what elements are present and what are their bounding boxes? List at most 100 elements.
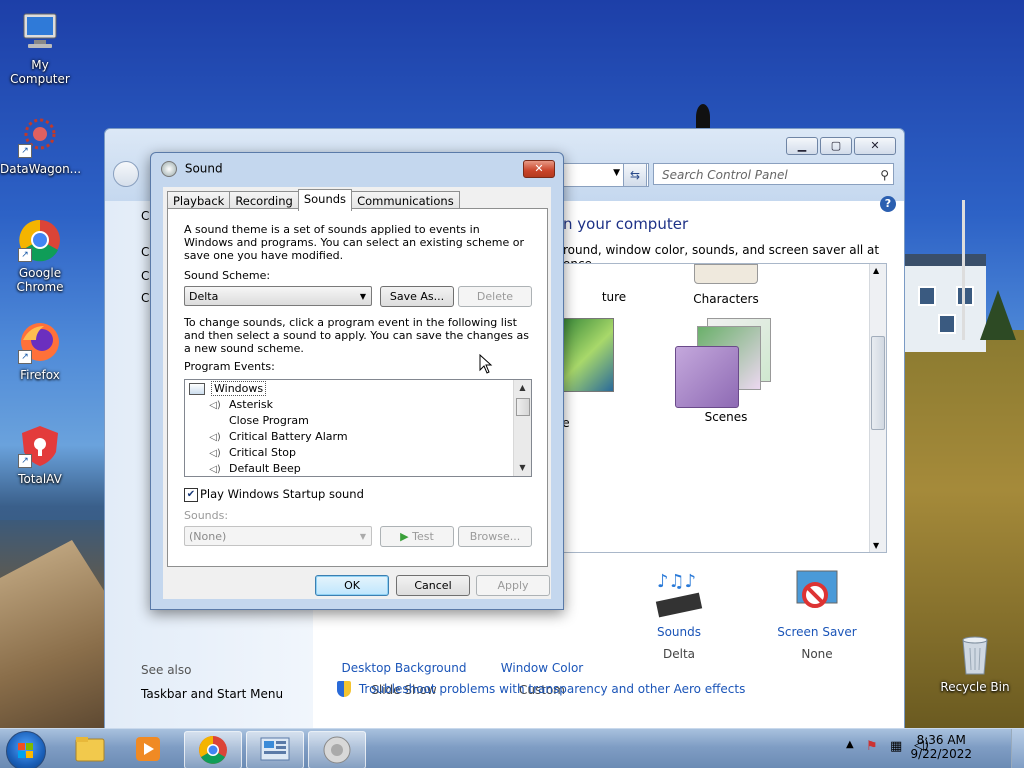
test-label: Test [412,530,434,543]
desktop-icon-recycle-bin[interactable]: Recycle Bin [935,632,1015,694]
network-icon[interactable]: ▦ [890,739,902,754]
list-item[interactable]: ◁) Critical Stop [207,445,296,461]
left-link[interactable]: C [141,209,149,223]
theme-item-partial[interactable]: ture [554,290,674,304]
events-scrollbar[interactable]: ▲ ▼ [513,380,531,476]
sound-scheme-select[interactable]: Delta ▼ [184,286,372,306]
screen-saver-item[interactable]: Screen Saver None [752,569,882,661]
clock[interactable]: 8:36 AM 9/22/2022 [910,733,972,761]
change-sounds-description: To change sounds, click a program event … [184,316,529,355]
ok-button[interactable]: OK [315,575,389,596]
show-desktop-button[interactable] [1011,729,1024,768]
desktop-icon-google-chrome[interactable]: ↗ Google Chrome [0,218,80,294]
svg-text:♪♫♪: ♪♫♪ [657,571,696,592]
left-link[interactable]: C [141,245,149,259]
search-input[interactable]: Search Control Panel ⚲ [653,163,894,185]
theme-gallery: ture Characters e Scenes ▲ ▼ [561,263,887,553]
minimize-button[interactable]: ▁ [786,137,818,155]
screen-saver-icon [791,569,843,617]
desktop-icon-label: Google Chrome [16,266,64,294]
start-button[interactable] [6,731,46,768]
program-events-list[interactable]: Windows ◁) Asterisk Close Program ◁) Criti… [184,379,532,477]
list-item[interactable]: Close Program [207,413,309,429]
list-item[interactable]: ◁) Asterisk [207,397,273,413]
event-label: Critical Stop [229,446,296,459]
shortcut-arrow-icon: ↗ [18,454,32,468]
close-button[interactable]: ✕ [854,137,896,155]
taskbar-media-player-button[interactable] [120,731,176,767]
taskbar-explorer-button[interactable] [62,731,118,767]
desktop-icon-firefox[interactable]: ↗ Firefox [0,320,80,382]
scroll-down-icon[interactable]: ▼ [514,460,531,476]
delete-button[interactable]: Delete [458,286,532,307]
list-item[interactable]: Windows [189,381,267,397]
show-hidden-icons-button[interactable]: ▲ [846,739,854,750]
refresh-button[interactable]: ⇆ [623,163,647,187]
taskbar-chrome-button[interactable] [184,731,242,768]
sounds-link[interactable]: Sounds [614,625,744,639]
desktop-background-link[interactable]: Desktop Background [339,661,469,675]
theme-item-scenes[interactable]: Scenes [666,314,786,424]
sounds-item[interactable]: ♪♫♪ Sounds Delta [614,569,744,661]
scroll-down-icon[interactable]: ▼ [873,541,879,550]
event-label: Default Beep [229,462,301,475]
windows-logo-icon [18,743,33,758]
taskbar-start-menu-link[interactable]: Taskbar and Start Menu [141,687,283,701]
scroll-thumb[interactable] [516,398,530,416]
see-also-label: See also [141,663,192,677]
chevron-down-icon[interactable]: ▼ [613,168,620,178]
startup-sound-checkbox[interactable]: ✔ [184,488,198,502]
screen-saver-link[interactable]: Screen Saver [752,625,882,639]
sound-dialog: Sound ✕ Playback Recording Sounds Commun… [150,152,564,610]
speaker-icon: ◁) [209,464,221,475]
browse-button[interactable]: Browse... [458,526,532,547]
windows-group-icon [189,383,205,395]
sound-theme-description: A sound theme is a set of sounds applied… [184,223,525,262]
wallpaper-house [904,254,986,352]
sound-scheme-value: Delta [189,290,219,303]
startup-sound-label[interactable]: Play Windows Startup sound [200,488,364,501]
shortcut-arrow-icon: ↗ [18,248,32,262]
desktop-icon-label: Firefox [20,368,60,382]
event-label: Critical Battery Alarm [229,430,348,443]
help-icon[interactable]: ? [880,196,896,212]
maximize-button[interactable]: ▢ [820,137,852,155]
desktop-icon-my-computer[interactable]: My Computer [0,10,80,86]
recycle-bin-icon [953,632,997,676]
cancel-button[interactable]: Cancel [396,575,470,596]
desktop-icon-label: Recycle Bin [940,680,1010,694]
search-icon[interactable]: ⚲ [880,164,889,186]
desktop-icon-totalav[interactable]: ↗ TotalAV [0,424,80,486]
sounds-select[interactable]: (None) ▼ [184,526,372,546]
left-link[interactable]: C [141,291,149,305]
apply-button[interactable]: Apply [476,575,550,596]
sound-scheme-label: Sound Scheme: [184,269,271,282]
speaker-icon: ◁) [209,448,221,459]
control-panel-icon [260,737,290,761]
list-item[interactable]: ◁) Default Beep [207,461,301,476]
wallpaper-lighthouse [696,104,710,130]
left-link[interactable]: C [141,269,149,283]
desktop-icon-datawagon[interactable]: ↗ DataWagon... [0,114,81,176]
taskbar-control-panel-button[interactable] [246,731,304,768]
scroll-thumb[interactable] [871,336,885,430]
list-item[interactable]: ◁) Critical Battery Alarm [207,429,348,445]
dialog-close-button[interactable]: ✕ [523,160,555,178]
taskbar-sound-button[interactable] [308,731,366,768]
folder-icon [75,737,105,762]
troubleshoot-link[interactable]: Troubleshoot problems with transparency … [359,682,746,696]
action-center-icon[interactable]: ⚑ [866,739,878,754]
search-placeholder: Search Control Panel [662,168,788,182]
test-button[interactable]: ▶ Test [380,526,454,547]
program-events-label: Program Events: [184,360,275,373]
tab-sounds[interactable]: Sounds [297,189,353,211]
theme-scrollbar[interactable]: ▲ ▼ [869,264,886,552]
back-button[interactable] [113,161,139,187]
theme-item-characters[interactable]: Characters [666,264,786,306]
scroll-up-icon[interactable]: ▲ [873,266,879,275]
scroll-up-icon[interactable]: ▲ [514,380,531,396]
troubleshoot-row[interactable]: Troubleshoot problems with transparency … [337,681,745,697]
window-color-link[interactable]: Window Color [477,661,607,675]
sounds-tab-panel: A sound theme is a set of sounds applied… [167,208,548,567]
save-as-button[interactable]: Save As... [380,286,454,307]
